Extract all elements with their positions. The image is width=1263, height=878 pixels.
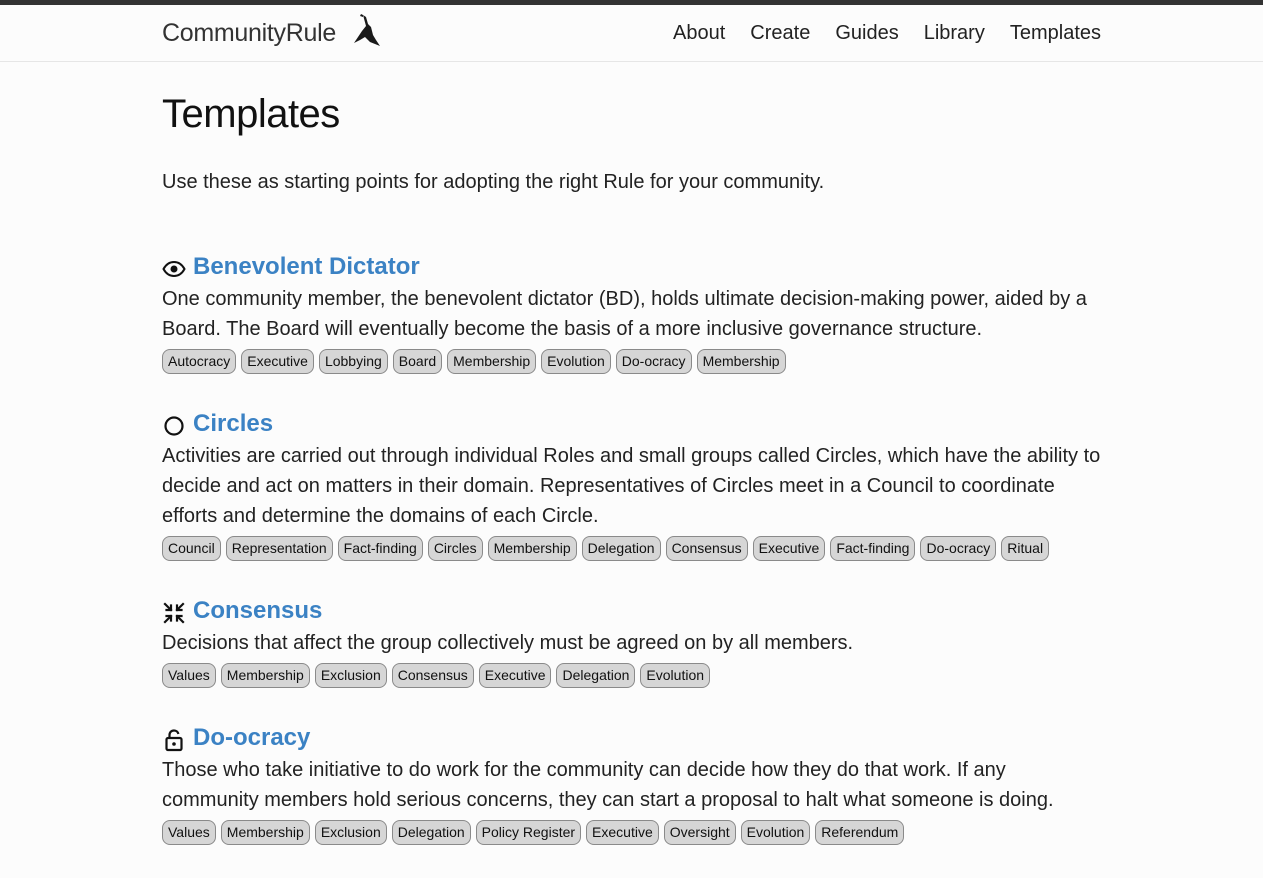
tag[interactable]: Fact-finding (337, 536, 423, 561)
main-nav: About Create Guides Library Templates (648, 22, 1101, 45)
tag[interactable]: Council (162, 536, 221, 561)
template-benevolent-dictator: Benevolent Dictator One community member… (162, 250, 1102, 378)
tag-list: Values Membership Exclusion Delegation P… (162, 820, 1102, 849)
template-list: Benevolent Dictator One community member… (162, 250, 1102, 849)
tag[interactable]: Consensus (665, 536, 748, 561)
site-header: CommunityRule About Create Guides Librar… (0, 5, 1263, 62)
tag[interactable]: Circles (427, 536, 483, 561)
page-title: Templates (162, 92, 340, 136)
brand-link[interactable]: CommunityRule (162, 13, 383, 51)
tag[interactable]: Exclusion (314, 663, 387, 688)
nav-library[interactable]: Library (924, 22, 985, 45)
tag[interactable]: Do-ocracy (615, 349, 692, 374)
tag[interactable]: Executive (478, 663, 552, 688)
main-content: Templates Use these as starting points f… (162, 62, 1102, 878)
nav-guides[interactable]: Guides (835, 22, 898, 45)
bird-icon (349, 13, 383, 47)
eye-icon (162, 257, 186, 281)
nav-about[interactable]: About (673, 22, 725, 45)
template-circles: Circles Activities are carried out throu… (162, 407, 1102, 565)
tag[interactable]: Representation (225, 536, 333, 561)
brand-name: CommunityRule (162, 19, 336, 47)
tag[interactable]: Values (162, 663, 216, 688)
tag[interactable]: Membership (220, 663, 310, 688)
template-do-ocracy: Do-ocracy Those who take initiative to d… (162, 721, 1102, 849)
tag-list: Autocracy Executive Lobbying Board Membe… (162, 349, 1102, 378)
tag[interactable]: Lobbying (318, 349, 388, 374)
tag[interactable]: Board (392, 349, 443, 374)
template-title-link[interactable]: Circles (193, 410, 273, 438)
nav-templates[interactable]: Templates (1010, 22, 1101, 45)
template-consensus: Consensus Decisions that affect the grou… (162, 594, 1102, 692)
template-title-link[interactable]: Consensus (193, 597, 322, 625)
tag[interactable]: Evolution (640, 663, 711, 688)
tag[interactable]: Autocracy (162, 349, 237, 374)
template-description: One community member, the benevolent dic… (162, 288, 1087, 340)
tag-list: Values Membership Exclusion Consensus Ex… (162, 663, 1102, 692)
circle-icon (162, 414, 186, 438)
unlocked-icon (162, 728, 186, 752)
tag[interactable]: Executive (752, 536, 826, 561)
tag-list: Council Representation Fact-finding Circ… (162, 536, 1102, 565)
tag[interactable]: Delegation (581, 536, 661, 561)
tag[interactable]: Evolution (541, 349, 611, 374)
tag[interactable]: Membership (487, 536, 577, 561)
nav-create[interactable]: Create (750, 22, 810, 45)
tag[interactable]: Executive (241, 349, 314, 374)
template-title-link[interactable]: Benevolent Dictator (193, 253, 420, 281)
template-description: Those who take initiative to do work for… (162, 759, 1054, 811)
template-description: Activities are carried out through indiv… (162, 445, 1101, 527)
page-intro: Use these as starting points for adoptin… (162, 171, 825, 193)
tag[interactable]: Ritual (1001, 536, 1050, 561)
template-header: Circles (162, 407, 1102, 441)
tag[interactable]: Membership (447, 349, 537, 374)
converge-icon (162, 601, 186, 625)
tag[interactable]: Membership (696, 349, 786, 374)
tag[interactable]: Delegation (556, 663, 636, 688)
template-header: Do-ocracy (162, 721, 1102, 755)
template-description: Decisions that affect the group collecti… (162, 632, 854, 654)
template-title-link[interactable]: Do-ocracy (193, 724, 310, 752)
template-header: Consensus (162, 594, 1102, 628)
tag[interactable]: Do-ocracy (920, 536, 997, 561)
tag[interactable]: Consensus (391, 663, 474, 688)
tag[interactable]: Fact-finding (830, 536, 916, 561)
template-header: Benevolent Dictator (162, 250, 1102, 284)
